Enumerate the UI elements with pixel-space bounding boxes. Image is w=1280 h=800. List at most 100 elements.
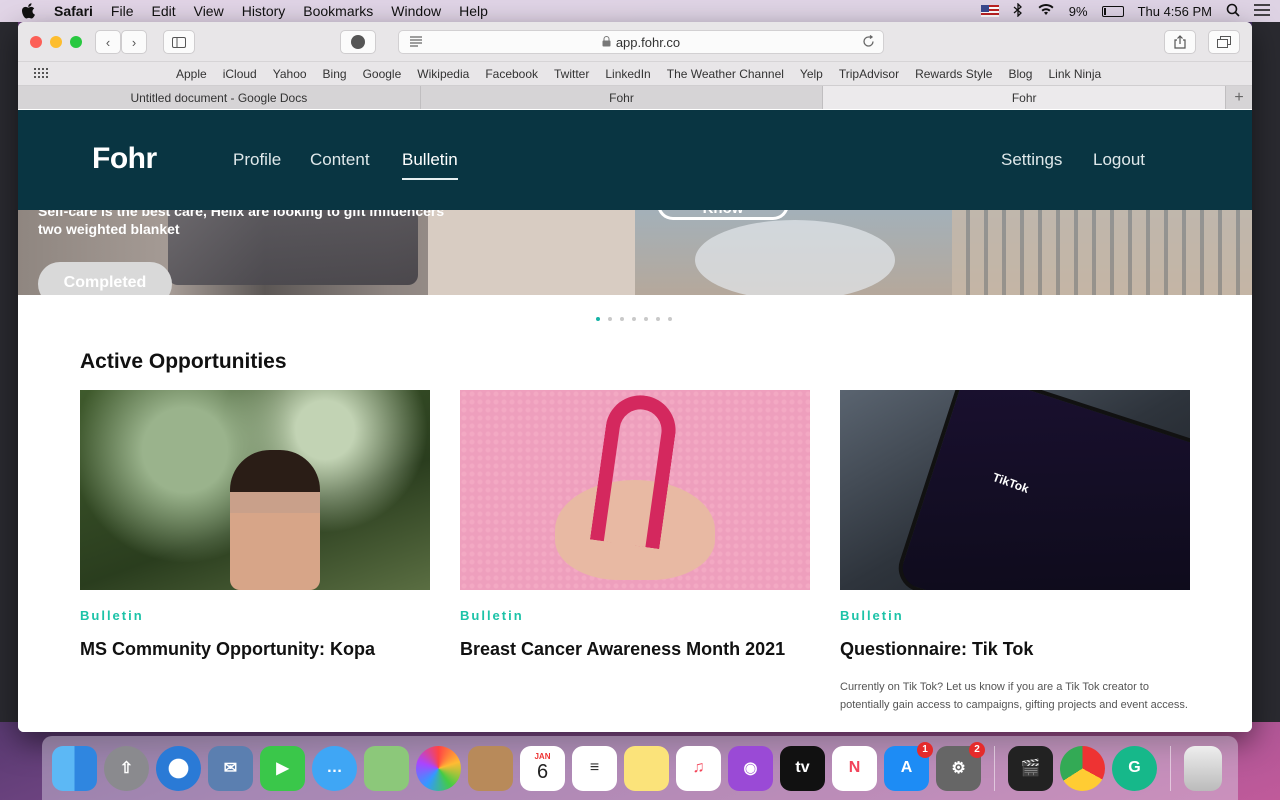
grammarly-icon[interactable]: G (1112, 745, 1157, 791)
grid-icon[interactable] (34, 67, 48, 81)
menu-help[interactable]: Help (459, 3, 488, 19)
carousel-dot[interactable] (620, 317, 624, 321)
bookmarks-bar: Apple iCloud Yahoo Bing Google Wikipedia… (18, 62, 1252, 86)
fohr-logo[interactable]: Fohr (92, 142, 157, 176)
opportunity-card[interactable]: Bulletin MS Community Opportunity: Kopa (80, 390, 430, 660)
bookmark-facebook[interactable]: Facebook (485, 67, 538, 81)
sidebar-icon (172, 36, 186, 48)
news-icon[interactable]: N (832, 745, 877, 791)
calendar-icon[interactable]: JAN 6 (520, 745, 565, 791)
maps-icon[interactable] (364, 745, 409, 791)
apple-menu-icon[interactable] (20, 3, 36, 19)
bookmark-twitter[interactable]: Twitter (554, 67, 589, 81)
apple-tv-icon[interactable]: tv (780, 745, 825, 791)
reload-icon[interactable] (862, 34, 875, 51)
finder-icon[interactable] (52, 745, 97, 791)
facetime-icon[interactable]: ▶ (260, 745, 305, 791)
new-tab-button[interactable]: + (1226, 86, 1252, 109)
final-cut-pro-icon[interactable]: 🎬 (1008, 745, 1053, 791)
bookmark-bing[interactable]: Bing (323, 67, 347, 81)
carousel-dot[interactable] (596, 317, 600, 321)
bookmark-wikipedia[interactable]: Wikipedia (417, 67, 469, 81)
back-button[interactable]: ‹ (95, 30, 121, 54)
bookmark-rewards-style[interactable]: Rewards Style (915, 67, 992, 81)
battery-icon[interactable] (1101, 5, 1124, 17)
close-window-button[interactable] (30, 35, 42, 48)
reminders-icon[interactable]: ≡ (572, 745, 617, 791)
opportunity-card[interactable]: Bulletin Breast Cancer Awareness Month 2… (460, 390, 810, 660)
music-icon[interactable]: ♫ (676, 745, 721, 791)
carousel-dot[interactable] (632, 317, 636, 321)
nav-profile[interactable]: Profile (233, 150, 281, 170)
card-image[interactable] (80, 390, 430, 590)
contacts-icon[interactable] (468, 745, 513, 791)
messages-icon[interactable]: … (312, 745, 357, 791)
notification-badge: 1 (917, 741, 933, 758)
podcasts-icon[interactable]: ◉ (728, 745, 773, 791)
bookmark-blog[interactable]: Blog (1008, 67, 1032, 81)
card-title[interactable]: MS Community Opportunity: Kopa (80, 639, 430, 660)
reader-view-icon[interactable] (409, 35, 423, 50)
input-source-flag-icon[interactable] (980, 5, 999, 17)
section-title: Active Opportunities (80, 350, 287, 373)
safari-icon[interactable] (156, 745, 201, 791)
share-button[interactable] (1164, 30, 1196, 54)
bookmark-icloud[interactable]: iCloud (223, 67, 257, 81)
tab-google-docs[interactable]: Untitled document - Google Docs (18, 86, 421, 109)
tab-fohr-1[interactable]: Fohr (421, 86, 824, 109)
bookmark-weather-channel[interactable]: The Weather Channel (667, 67, 784, 81)
card-image[interactable]: TikTok (840, 390, 1190, 590)
tab-overview-button[interactable] (1208, 30, 1240, 54)
nav-bulletin[interactable]: Bulletin (402, 150, 458, 180)
menu-file[interactable]: File (111, 3, 134, 19)
chrome-icon[interactable] (1060, 745, 1105, 791)
bookmark-yahoo[interactable]: Yahoo (273, 67, 307, 81)
tab-fohr-2[interactable]: Fohr (823, 86, 1227, 109)
wifi-icon[interactable] (1037, 3, 1055, 19)
grammarly-extension-button[interactable] (340, 30, 376, 54)
sidebar-toggle-button[interactable] (163, 30, 195, 54)
bookmark-google[interactable]: Google (363, 67, 402, 81)
carousel-dot[interactable] (656, 317, 660, 321)
menubar-clock[interactable]: Thu 4:56 PM (1138, 4, 1212, 19)
bookmark-apple[interactable]: Apple (176, 67, 207, 81)
carousel-dot[interactable] (608, 317, 612, 321)
tab-bar: Untitled document - Google Docs Fohr Foh… (18, 86, 1252, 109)
battery-percent: 9% (1068, 3, 1088, 19)
forward-button[interactable]: › (121, 30, 147, 54)
nav-settings[interactable]: Settings (1001, 150, 1062, 170)
card-image[interactable] (460, 390, 810, 590)
opportunity-card[interactable]: TikTok Bulletin Questionnaire: Tik Tok C… (840, 390, 1190, 714)
bluetooth-icon[interactable] (1013, 1, 1023, 20)
bookmark-link-ninja[interactable]: Link Ninja (1048, 67, 1101, 81)
mail-icon[interactable]: ✉ (208, 745, 253, 791)
trash-icon[interactable] (1184, 745, 1222, 791)
card-title[interactable]: Questionnaire: Tik Tok (840, 639, 1190, 660)
launchpad-icon[interactable]: ⇧ (104, 745, 149, 791)
system-preferences-icon[interactable]: ⚙ 2 (936, 741, 985, 791)
bookmark-tripadvisor[interactable]: TripAdvisor (839, 67, 899, 81)
carousel-dot[interactable] (644, 317, 648, 321)
bookmark-linkedin[interactable]: LinkedIn (605, 67, 650, 81)
address-bar[interactable]: app.fohr.co (398, 30, 884, 54)
menu-window[interactable]: Window (391, 3, 441, 19)
menu-edit[interactable]: Edit (151, 3, 175, 19)
control-center-icon[interactable] (1254, 3, 1270, 19)
bookmark-yelp[interactable]: Yelp (800, 67, 823, 81)
menu-app-name[interactable]: Safari (54, 3, 93, 19)
menu-history[interactable]: History (242, 3, 286, 19)
spotlight-search-icon[interactable] (1226, 3, 1240, 20)
minimize-window-button[interactable] (50, 35, 62, 48)
menu-view[interactable]: View (194, 3, 224, 19)
photos-icon[interactable] (416, 745, 461, 791)
completed-button[interactable]: Completed (38, 262, 172, 295)
card-title[interactable]: Breast Cancer Awareness Month 2021 (460, 639, 810, 660)
nav-content[interactable]: Content (310, 150, 370, 170)
notes-icon[interactable] (624, 745, 669, 791)
zoom-window-button[interactable] (70, 35, 82, 48)
menu-bookmarks[interactable]: Bookmarks (303, 3, 373, 19)
carousel-dot[interactable] (668, 317, 672, 321)
share-icon (1174, 35, 1186, 49)
app-store-icon[interactable]: A 1 (884, 741, 933, 791)
nav-logout[interactable]: Logout (1093, 150, 1145, 170)
